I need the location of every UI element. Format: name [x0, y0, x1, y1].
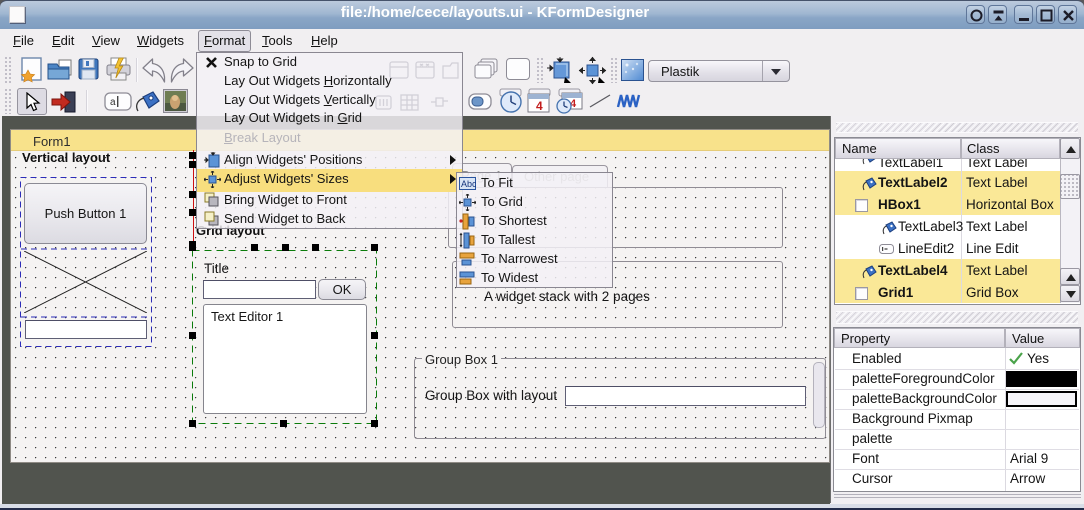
svg-text:4: 4	[536, 99, 543, 113]
svg-text:a: a	[110, 97, 116, 108]
svg-text:Abc: Abc	[461, 179, 476, 189]
